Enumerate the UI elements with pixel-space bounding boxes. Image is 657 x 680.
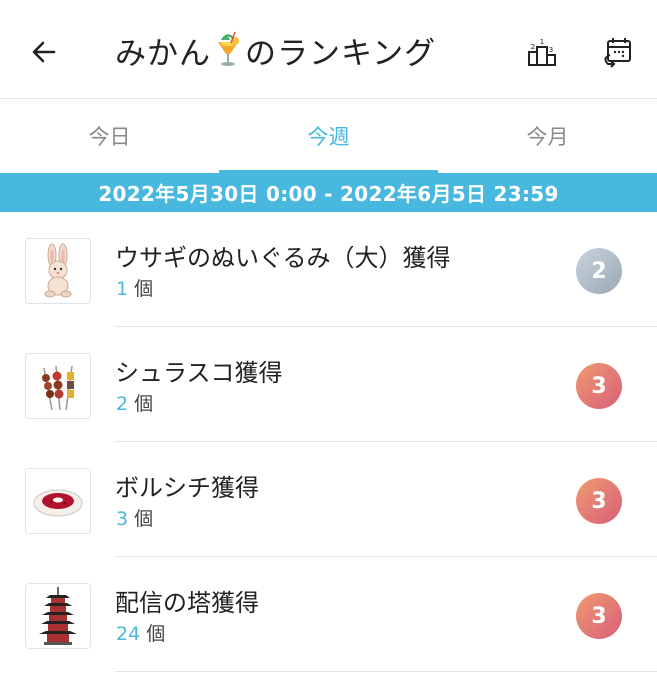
page-title: みかん のランキング bbox=[115, 22, 436, 78]
item-name: 配信の塔獲得 bbox=[115, 589, 259, 617]
item-count-unit: 個 bbox=[146, 623, 166, 645]
rank-badge: 2 bbox=[576, 248, 622, 294]
rabbit-plush-icon bbox=[44, 243, 72, 298]
date-range-bar: 2022年5月30日 0:00 - 2022年6月5日 23:59 bbox=[0, 173, 657, 212]
svg-text:2: 2 bbox=[531, 43, 535, 51]
svg-text:3: 3 bbox=[549, 46, 553, 54]
ranking-podium-button[interactable]: 1 2 3 bbox=[520, 30, 564, 74]
item-name: ボルシチ獲得 bbox=[115, 474, 259, 502]
achievement-list: ウサギのぬいぐるみ（大）獲得 1個 2 シュラスコ獲得 2個 3 ボルシチ獲得 … bbox=[0, 212, 657, 672]
item-count-unit: 個 bbox=[134, 278, 154, 300]
borscht-icon bbox=[33, 489, 83, 517]
rank-badge: 3 bbox=[576, 478, 622, 524]
item-count-number: 3 bbox=[116, 508, 129, 530]
tab-this-month[interactable]: 今月 bbox=[438, 99, 657, 173]
list-item[interactable]: シュラスコ獲得 2個 3 bbox=[0, 327, 657, 442]
podium-icon: 1 2 3 bbox=[528, 38, 556, 66]
item-count: 3個 bbox=[116, 504, 153, 531]
divider bbox=[115, 671, 657, 672]
list-item[interactable]: ウサギのぬいぐるみ（大）獲得 1個 2 bbox=[0, 212, 657, 327]
calendar-icon bbox=[604, 38, 631, 68]
rank-badge: 3 bbox=[576, 593, 622, 639]
item-name: シュラスコ獲得 bbox=[115, 359, 283, 387]
tab-today[interactable]: 今日 bbox=[0, 99, 219, 173]
item-thumbnail bbox=[25, 238, 91, 304]
date-range-text: 2022年5月30日 0:00 - 2022年6月5日 23:59 bbox=[98, 182, 559, 206]
item-thumbnail bbox=[25, 583, 91, 649]
item-thumbnail bbox=[25, 353, 91, 419]
item-count-unit: 個 bbox=[134, 508, 154, 530]
item-count-number: 24 bbox=[116, 623, 141, 645]
item-count-number: 1 bbox=[116, 278, 129, 300]
page-title-suffix: のランキング bbox=[245, 35, 437, 72]
app-header: みかん のランキング 1 2 3 bbox=[0, 0, 657, 99]
item-count-unit: 個 bbox=[134, 393, 154, 415]
item-count-number: 2 bbox=[116, 393, 129, 415]
list-item[interactable]: ボルシチ獲得 3個 3 bbox=[0, 442, 657, 557]
calendar-select-button[interactable] bbox=[595, 30, 639, 74]
item-count: 1個 bbox=[116, 274, 153, 301]
item-count: 24 個 bbox=[116, 619, 165, 646]
svg-text:1: 1 bbox=[540, 38, 544, 46]
skewers-icon bbox=[42, 365, 74, 411]
list-item[interactable]: 配信の塔獲得 24 個 3 bbox=[0, 557, 657, 672]
item-thumbnail bbox=[25, 468, 91, 534]
page-title-user: みかん bbox=[115, 35, 211, 72]
pagoda-tower-icon bbox=[39, 587, 77, 645]
tab-this-week[interactable]: 今週 bbox=[219, 99, 438, 173]
tropical-drink-icon bbox=[218, 31, 239, 66]
back-button[interactable] bbox=[22, 30, 66, 74]
arrow-left-icon bbox=[32, 41, 56, 63]
item-count: 2個 bbox=[116, 389, 153, 416]
item-name: ウサギのぬいぐるみ（大）獲得 bbox=[115, 244, 451, 272]
rank-badge: 3 bbox=[576, 363, 622, 409]
period-tabs: 今日 今週 今月 bbox=[0, 99, 657, 173]
